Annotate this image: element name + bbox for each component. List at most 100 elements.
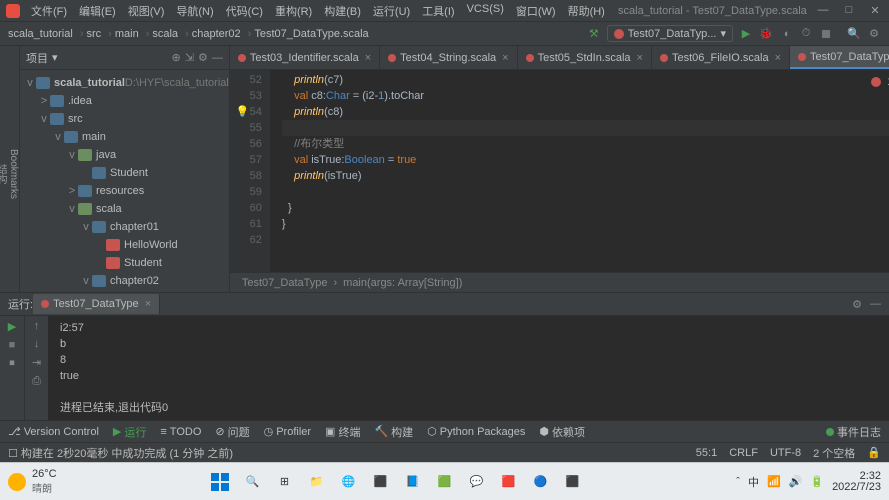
system-tray[interactable]: ˆ 中 📶 🔊 🔋 2:32 2022/7/23 bbox=[736, 471, 881, 493]
select-file-icon[interactable]: ⊕ bbox=[172, 51, 181, 64]
print-icon[interactable]: ⎙ bbox=[32, 375, 41, 388]
hide-icon[interactable]: — bbox=[870, 298, 881, 310]
line-gutter[interactable]: 5253💡545556575859606162 bbox=[230, 70, 270, 272]
volume-icon[interactable]: 🔊 bbox=[789, 475, 803, 488]
close-icon[interactable]: × bbox=[775, 52, 781, 64]
settings-icon[interactable]: ⚙ bbox=[198, 51, 208, 64]
caret-pos[interactable]: 55:1 bbox=[696, 447, 717, 459]
debug-icon[interactable]: 🐞 bbox=[759, 27, 773, 41]
app-icon[interactable]: ⬛ bbox=[366, 468, 394, 496]
menu-item[interactable]: 编辑(E) bbox=[74, 1, 121, 21]
bookmarks-tab[interactable]: Bookmarks bbox=[8, 149, 19, 199]
code-lines[interactable]: 1 8 ˆ ˇ println(c7) val c8:Char = (i2-1)… bbox=[270, 70, 889, 272]
tree-item[interactable]: >resources bbox=[20, 182, 229, 200]
run-icon[interactable]: ▶ bbox=[739, 27, 753, 41]
ime-icon[interactable]: 中 bbox=[748, 474, 759, 490]
clock[interactable]: 2:32 2022/7/23 bbox=[832, 471, 881, 493]
bottom-tool-bar[interactable]: ⎇ Version Control ▶ 运行 ≡ TODO ⊘ 问题 ◷ Pro… bbox=[0, 420, 889, 442]
search-icon[interactable]: 🔍 bbox=[238, 468, 266, 496]
lock-icon[interactable]: 🔒 bbox=[867, 446, 881, 459]
breadcrumb-item[interactable]: scala_tutorial bbox=[8, 28, 73, 40]
app-icon[interactable]: 🔵 bbox=[526, 468, 554, 496]
app-icon[interactable]: ⬛ bbox=[558, 468, 586, 496]
tree-item[interactable]: vchapter01 bbox=[20, 218, 229, 236]
editor-tab[interactable]: Test07_DataType.scala× bbox=[790, 46, 889, 69]
structure-tab[interactable]: 结构 bbox=[0, 164, 8, 184]
edge-icon[interactable]: 🌐 bbox=[334, 468, 362, 496]
menu-item[interactable]: 工具(I) bbox=[417, 1, 459, 21]
breadcrumb-item[interactable]: Test07_DataType.scala bbox=[254, 28, 368, 40]
tree-item[interactable]: Student bbox=[20, 164, 229, 182]
tree-item[interactable]: vjava bbox=[20, 146, 229, 164]
project-tree[interactable]: vscala_tutorial D:\HYF\scala_tutorial>.i… bbox=[20, 70, 229, 292]
app-icon[interactable]: 📘 bbox=[398, 468, 426, 496]
editor-breadcrumb[interactable]: Test07_DataType› main(args: Array[String… bbox=[230, 272, 889, 292]
maximize-icon[interactable]: □ bbox=[841, 4, 857, 17]
breadcrumb-item[interactable]: src bbox=[87, 28, 102, 40]
problems-tab[interactable]: ⊘ 问题 bbox=[215, 424, 249, 440]
collapse-icon[interactable]: ⇲ bbox=[185, 51, 194, 64]
close-icon[interactable]: × bbox=[502, 52, 508, 64]
indent[interactable]: 2 个空格 bbox=[813, 445, 855, 461]
tree-item[interactable]: >.idea bbox=[20, 92, 229, 110]
tree-root[interactable]: vscala_tutorial D:\HYF\scala_tutorial bbox=[20, 74, 229, 92]
exit-icon[interactable]: ⏹ bbox=[9, 357, 15, 370]
down-icon[interactable]: ↓ bbox=[34, 338, 40, 350]
tree-item[interactable]: vmain bbox=[20, 128, 229, 146]
line-sep[interactable]: CRLF bbox=[729, 447, 758, 459]
wifi-icon[interactable]: 📶 bbox=[767, 475, 781, 488]
left-tool-strip[interactable]: Bookmarks 结构 bbox=[0, 46, 20, 292]
menu-item[interactable]: 构建(B) bbox=[319, 1, 366, 21]
windows-taskbar[interactable]: 26°C晴朗 🔍 ⊞ 📁 🌐 ⬛ 📘 🟩 💬 🟥 🔵 ⬛ ˆ 中 📶 🔊 🔋 2… bbox=[0, 462, 889, 500]
menu-item[interactable]: 重构(R) bbox=[270, 1, 317, 21]
project-panel-header[interactable]: 项目 ▾ ⊕ ⇲ ⚙ — bbox=[20, 46, 229, 70]
search-icon[interactable]: 🔍 bbox=[847, 27, 861, 41]
up-icon[interactable]: ↑ bbox=[34, 320, 40, 332]
tree-item[interactable]: vscala bbox=[20, 200, 229, 218]
battery-icon[interactable]: 🔋 bbox=[810, 475, 824, 488]
profiler-tab[interactable]: ◷ Profiler bbox=[264, 425, 311, 438]
tree-item[interactable]: Student bbox=[20, 254, 229, 272]
tree-item[interactable]: vsrc bbox=[20, 110, 229, 128]
profile-icon[interactable]: ⏱ bbox=[799, 27, 813, 41]
menu-item[interactable]: VCS(S) bbox=[462, 1, 509, 21]
app-icon[interactable]: 💬 bbox=[462, 468, 490, 496]
code-area[interactable]: 5253💡545556575859606162 1 8 ˆ ˇ println(… bbox=[230, 70, 889, 272]
menu-item[interactable]: 运行(U) bbox=[368, 1, 415, 21]
close-icon[interactable]: × bbox=[365, 52, 371, 64]
hide-icon[interactable]: — bbox=[212, 52, 223, 64]
app-icon[interactable]: 🟩 bbox=[430, 468, 458, 496]
todo-tab[interactable]: ≡ TODO bbox=[160, 426, 201, 438]
taskbar-apps[interactable]: 🔍 ⊞ 📁 🌐 ⬛ 📘 🟩 💬 🟥 🔵 ⬛ bbox=[59, 468, 735, 496]
encoding[interactable]: UTF-8 bbox=[770, 447, 801, 459]
run-tab[interactable]: ▶ 运行 bbox=[113, 424, 146, 440]
menu-item[interactable]: 窗口(W) bbox=[511, 1, 561, 21]
tray-chevron-icon[interactable]: ˆ bbox=[736, 476, 740, 488]
run-toolbar-left[interactable]: ▶ ■ ⏹ bbox=[0, 316, 24, 420]
editor-tab[interactable]: Test04_String.scala× bbox=[380, 46, 517, 69]
editor-tabs[interactable]: Test03_Identifier.scala×Test04_String.sc… bbox=[230, 46, 889, 70]
stop-icon[interactable] bbox=[822, 30, 830, 38]
stop-icon[interactable]: ■ bbox=[9, 339, 16, 351]
start-icon[interactable] bbox=[206, 468, 234, 496]
run-toolbar-2[interactable]: ↑ ↓ ⇥ ⎙ bbox=[24, 316, 48, 420]
breadcrumb-item[interactable]: scala bbox=[152, 28, 178, 40]
menu-bar[interactable]: 文件(F)编辑(E)视图(V)导航(N)代码(C)重构(R)构建(B)运行(U)… bbox=[26, 1, 610, 21]
event-log-tab[interactable]: 事件日志 bbox=[826, 424, 881, 440]
menu-item[interactable]: 帮助(H) bbox=[563, 1, 610, 21]
editor-tab[interactable]: Test05_StdIn.scala× bbox=[518, 46, 652, 69]
menu-item[interactable]: 代码(C) bbox=[221, 1, 268, 21]
run-tab[interactable]: Test07_DataType × bbox=[33, 294, 160, 314]
wrap-icon[interactable]: ⇥ bbox=[32, 356, 41, 369]
taskview-icon[interactable]: ⊞ bbox=[270, 468, 298, 496]
app-icon[interactable]: 🟥 bbox=[494, 468, 522, 496]
menu-item[interactable]: 导航(N) bbox=[171, 1, 218, 21]
vcs-tab[interactable]: ⎇ Version Control bbox=[8, 425, 99, 438]
run-header[interactable]: 运行: Test07_DataType × ⚙ — bbox=[0, 293, 889, 316]
gear-icon[interactable]: ⚙ bbox=[867, 27, 881, 41]
breadcrumb[interactable]: scala_tutorial›src›main›scala›chapter02›… bbox=[8, 28, 373, 40]
build-icon[interactable]: ⚒ bbox=[587, 27, 601, 41]
explorer-icon[interactable]: 📁 bbox=[302, 468, 330, 496]
deps-tab[interactable]: ⬢ 依赖项 bbox=[539, 424, 585, 440]
close-icon[interactable]: × bbox=[637, 52, 643, 64]
